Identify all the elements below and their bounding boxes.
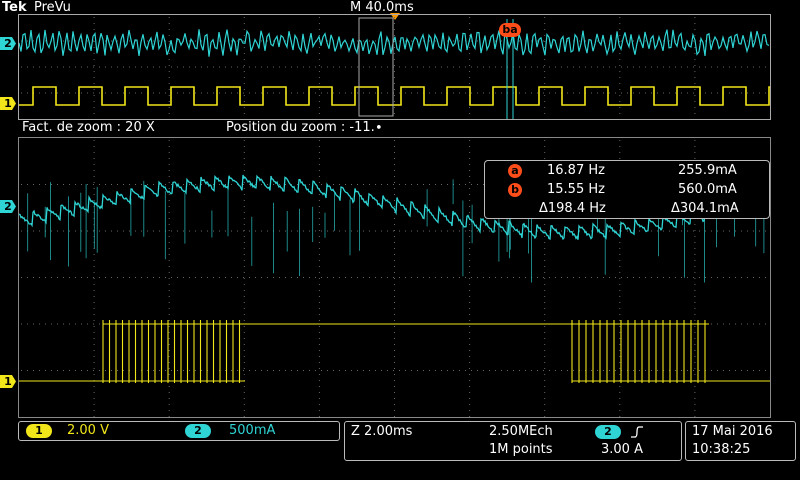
cursor-a-current: 255.9mA [678, 163, 737, 178]
ch1-badge[interactable]: 1 [26, 424, 52, 438]
date: 17 Mai 2016 [692, 424, 773, 439]
trigger-source-badge[interactable]: 2 [595, 425, 621, 439]
rising-edge-icon [631, 426, 643, 438]
cursor-a-badge: a [508, 164, 522, 178]
overview-waveforms [19, 17, 770, 119]
main-timebase[interactable]: M 40.0ms [350, 0, 414, 15]
zoom-ch1-marker[interactable]: 1 [0, 375, 16, 388]
overview-ch2-trace [19, 29, 770, 57]
sample-rate[interactable]: 2.50MEch [489, 424, 553, 439]
ch1-scale[interactable]: 2.00 V [67, 423, 109, 438]
overview-ch2-marker[interactable]: 2 [0, 37, 16, 50]
cursor-readout[interactable]: a 16.87 Hz 255.9mA b 15.55 Hz 560.0mA Δ1… [484, 160, 770, 219]
cursor-b-frequency: 15.55 Hz [547, 182, 605, 197]
bottom-status: 1 2.00 V 2 500mA Z 2.00ms 2.50MEch 1M po… [0, 419, 800, 480]
cursor-a-frequency: 16.87 Hz [547, 163, 605, 178]
acquisition-mode: PreVu [34, 0, 71, 15]
datetime-box: 17 Mai 2016 10:38:25 [685, 421, 796, 461]
cursor-b-badge: b [508, 183, 522, 197]
record-length[interactable]: 1M points [489, 442, 553, 457]
cursor-b-row: b 15.55 Hz 560.0mA [485, 182, 769, 201]
trigger-level[interactable]: 3.00 A [601, 442, 643, 457]
zoom-factor[interactable]: Fact. de zoom : 20 X [22, 120, 155, 135]
zoom-info-bar: Fact. de zoom : 20 X Position du zoom : … [0, 120, 800, 138]
channel-scale-box: 1 2.00 V 2 500mA [18, 421, 340, 441]
delta-current: Δ304.1mA [671, 201, 739, 216]
overview-ch1-marker[interactable]: 1 [0, 97, 16, 110]
brand-logo: Tek [2, 0, 27, 15]
cursor-delta-row: Δ198.4 Hz Δ304.1mA [485, 201, 769, 220]
cursor-b-current: 560.0mA [678, 182, 737, 197]
horizontal-settings-box: Z 2.00ms 2.50MEch 1M points 2 3.00 A [344, 421, 682, 461]
cursor-a-row: a 16.87 Hz 255.9mA [485, 163, 769, 182]
delta-frequency: Δ198.4 Hz [539, 201, 606, 216]
time: 10:38:25 [692, 442, 751, 457]
ch2-scale[interactable]: 500mA [229, 423, 275, 438]
zoom-scale[interactable]: Z 2.00ms [351, 424, 412, 439]
overview-window: ba [18, 14, 771, 120]
zoom-ch2-marker[interactable]: 2 [0, 200, 16, 213]
zoom-position[interactable]: Position du zoom : -11.∙ [226, 120, 383, 135]
cursor-marker-badge[interactable]: ba [499, 23, 521, 37]
ch2-badge[interactable]: 2 [185, 424, 211, 438]
zoom-ch1-trace [19, 320, 770, 383]
